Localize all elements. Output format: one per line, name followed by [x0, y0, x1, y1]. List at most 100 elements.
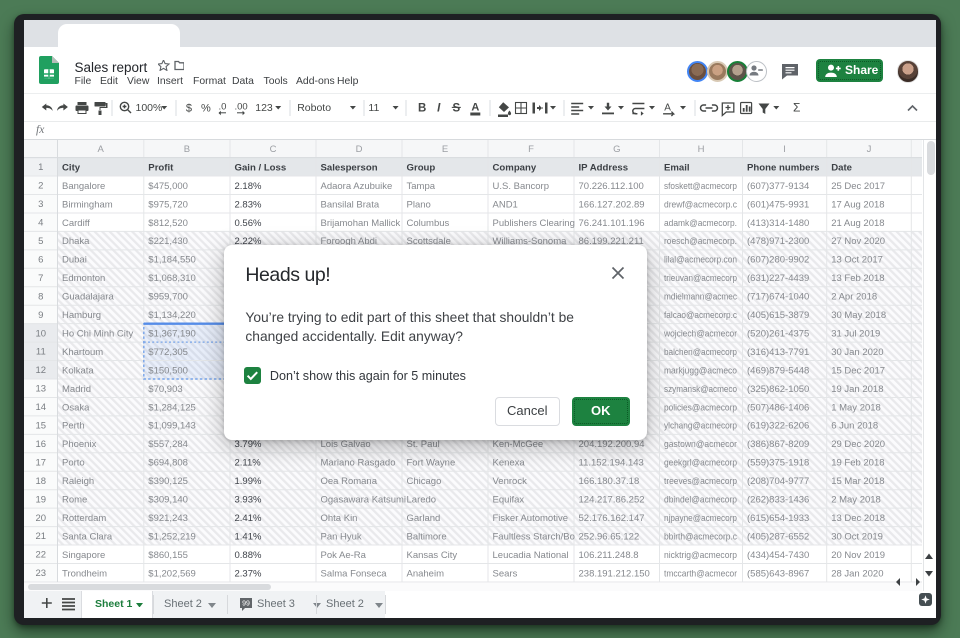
svg-text:1 May 2018: 1 May 2018: [831, 402, 881, 413]
svg-text:30 May 2018: 30 May 2018: [831, 310, 886, 321]
svg-text:Dhaka: Dhaka: [62, 236, 90, 247]
svg-text:Profit: Profit: [148, 162, 174, 173]
svg-text:Salma Fonseca: Salma Fonseca: [321, 568, 388, 579]
svg-text:123: 123: [255, 102, 273, 114]
svg-text:Brijamohan Mallick: Brijamohan Mallick: [321, 218, 401, 229]
svg-text:252.96.65.122: 252.96.65.122: [579, 531, 640, 542]
svg-text:F: F: [528, 144, 534, 155]
svg-text:$150,500: $150,500: [148, 365, 188, 376]
svg-text:treeves@acmecorp: treeves@acmecorp: [664, 476, 737, 487]
svg-text:nicktrig@acmecorp: nicktrig@acmecorp: [664, 550, 737, 561]
svg-text:Chicago: Chicago: [407, 476, 442, 487]
svg-text:15 Dec 2017: 15 Dec 2017: [831, 365, 885, 376]
svg-text:(262)833-1436: (262)833-1436: [747, 495, 809, 506]
svg-text:(607)280-9902: (607)280-9902: [747, 255, 809, 266]
svg-text:5: 5: [38, 236, 43, 247]
svg-text:City: City: [62, 162, 81, 173]
svg-text:15: 15: [36, 421, 47, 432]
svg-text:31 Jul 2019: 31 Jul 2019: [831, 328, 880, 339]
svg-text:70.226.112.100: 70.226.112.100: [579, 181, 644, 192]
svg-text:balchen@acmecorp: balchen@acmecorp: [664, 347, 737, 358]
svg-text:adamk@acmecorp.: adamk@acmecorp.: [664, 218, 737, 229]
svg-text:Hamburg: Hamburg: [62, 310, 101, 321]
svg-text:8: 8: [38, 291, 43, 302]
svg-text:3.93%: 3.93%: [235, 495, 262, 506]
svg-text:I: I: [783, 144, 786, 155]
svg-text:9: 9: [38, 310, 43, 321]
svg-text:1.99%: 1.99%: [235, 476, 262, 487]
svg-text:27 Nov 2020: 27 Nov 2020: [831, 236, 885, 247]
svg-text:$772,305: $772,305: [148, 347, 188, 358]
svg-text:Fort Wayne: Fort Wayne: [407, 458, 456, 469]
svg-text:$475,000: $475,000: [148, 181, 188, 192]
svg-text:Guadalajara: Guadalajara: [62, 292, 114, 303]
svg-text:124.217.86.252: 124.217.86.252: [579, 495, 645, 506]
svg-text:%: %: [201, 103, 211, 115]
svg-text:15 Mar 2018: 15 Mar 2018: [831, 476, 884, 487]
svg-text:20: 20: [36, 513, 47, 524]
svg-text:166.127.202.89: 166.127.202.89: [579, 199, 645, 210]
svg-text:sfoskett@acmecorp: sfoskett@acmecorp: [664, 181, 737, 192]
svg-text:Raleigh: Raleigh: [62, 476, 94, 487]
svg-text:99: 99: [242, 601, 250, 608]
svg-text:Bansilal Brata: Bansilal Brata: [321, 199, 380, 210]
svg-text:(469)879-5448: (469)879-5448: [747, 365, 809, 376]
svg-text:20 Nov 2019: 20 Nov 2019: [831, 550, 885, 561]
svg-text:$1,367,190: $1,367,190: [148, 328, 196, 339]
svg-text:Phone numbers: Phone numbers: [747, 162, 820, 173]
svg-text:policies@acmecorp: policies@acmecorp: [664, 402, 737, 413]
svg-text:Pan Hyuk: Pan Hyuk: [321, 531, 362, 542]
svg-text:(507)486-1406: (507)486-1406: [747, 402, 809, 413]
svg-text:Singapore: Singapore: [62, 550, 105, 561]
svg-text:Garland: Garland: [407, 513, 441, 524]
svg-text:(405)615-3879: (405)615-3879: [747, 310, 809, 321]
svg-text:Tampa: Tampa: [407, 181, 436, 192]
svg-text:wojciech@acmecor: wojciech@acmecor: [663, 328, 737, 339]
svg-text:7: 7: [38, 273, 43, 284]
svg-text:$1,068,310: $1,068,310: [148, 273, 196, 284]
svg-text:(405)287-6552: (405)287-6552: [747, 531, 809, 542]
svg-text:2: 2: [38, 181, 43, 192]
svg-text:Email: Email: [664, 162, 690, 173]
svg-text:(208)704-9777: (208)704-9777: [747, 476, 809, 487]
svg-text:J: J: [867, 144, 872, 155]
svg-text:Venrock: Venrock: [493, 476, 528, 487]
svg-text:Group: Group: [407, 162, 436, 173]
svg-text:I: I: [437, 103, 441, 115]
svg-text:E: E: [442, 144, 448, 155]
svg-text:Publishers Clearing: Publishers Clearing: [493, 218, 575, 229]
svg-text:12: 12: [36, 365, 47, 376]
svg-text:3: 3: [38, 199, 43, 210]
svg-text:16: 16: [36, 439, 47, 450]
svg-text:21: 21: [36, 531, 47, 542]
svg-text:markjugg@acmeco: markjugg@acmeco: [664, 365, 737, 376]
svg-text:Date: Date: [831, 162, 852, 173]
svg-text:(615)654-1933: (615)654-1933: [747, 513, 809, 524]
svg-text:$1,099,143: $1,099,143: [148, 421, 196, 432]
svg-text:A: A: [98, 144, 105, 155]
svg-text:(520)261-4375: (520)261-4375: [747, 328, 809, 339]
svg-text:1: 1: [38, 162, 43, 173]
svg-text:(631)227-4439: (631)227-4439: [747, 273, 809, 284]
svg-text:166.180.37.18: 166.180.37.18: [579, 476, 640, 487]
svg-text:.0: .0: [219, 102, 227, 113]
svg-text:trieuvan@acmecorp: trieuvan@acmecorp: [664, 273, 737, 284]
svg-text:Porto: Porto: [62, 458, 85, 469]
svg-text:(717)674-1040: (717)674-1040: [747, 292, 809, 303]
svg-text:Dubai: Dubai: [62, 255, 87, 266]
svg-text:19 Feb 2018: 19 Feb 2018: [831, 458, 884, 469]
svg-text:4: 4: [38, 218, 43, 229]
svg-text:(619)322-6206: (619)322-6206: [747, 421, 809, 432]
svg-text:13 Dec 2018: 13 Dec 2018: [831, 513, 885, 524]
svg-text:A: A: [664, 103, 671, 114]
svg-text:Kenexa: Kenexa: [493, 458, 526, 469]
svg-text:$221,430: $221,430: [148, 236, 188, 247]
svg-text:Ken-McGee: Ken-McGee: [493, 439, 544, 450]
svg-text:Bangalore: Bangalore: [62, 181, 105, 192]
svg-text:2.18%: 2.18%: [235, 181, 262, 192]
svg-text:30 Oct 2019: 30 Oct 2019: [831, 531, 883, 542]
svg-text:Ho Chi Minh City: Ho Chi Minh City: [62, 328, 134, 339]
svg-text:19 Jan 2018: 19 Jan 2018: [831, 384, 883, 395]
svg-text:S: S: [452, 103, 460, 115]
svg-text:2.83%: 2.83%: [235, 199, 262, 210]
